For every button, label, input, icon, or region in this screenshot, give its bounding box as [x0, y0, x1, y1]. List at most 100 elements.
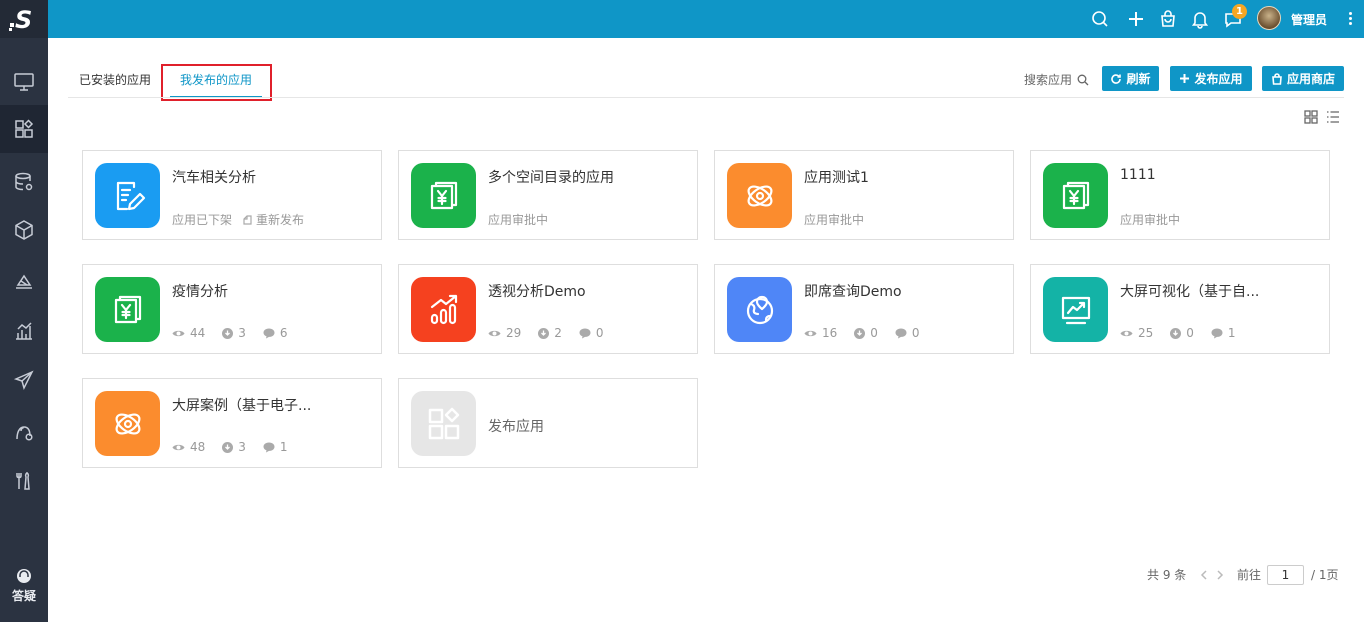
app-card[interactable]: 疫情分析 44 3 6 — [82, 264, 382, 354]
downloads-count: 3 — [238, 440, 246, 454]
app-title: 汽车相关分析 — [172, 170, 256, 186]
app-icon-box — [727, 163, 792, 228]
views-count: 16 — [822, 326, 838, 340]
sidebar-item-user-settings[interactable] — [0, 408, 48, 456]
help-button[interactable]: 答疑 — [0, 562, 48, 604]
avatar[interactable] — [1257, 6, 1281, 30]
app-status: 应用已下架 重新发布 — [172, 211, 304, 228]
app-title: 大屏案例（基于电子... — [172, 398, 312, 414]
downloads-count: 0 — [870, 326, 878, 340]
tab-installed-apps[interactable]: 已安装的应用 — [79, 71, 151, 88]
sidebar-item-statistics[interactable] — [0, 307, 48, 355]
sidebar-item-database[interactable] — [0, 158, 48, 206]
topbar-store[interactable] — [1158, 9, 1178, 29]
comment-icon — [1211, 328, 1223, 338]
help-label: 答疑 — [11, 589, 36, 603]
app-status-text: 应用审批中 — [1120, 213, 1181, 227]
download-icon — [854, 327, 866, 339]
topbar-add[interactable] — [1126, 9, 1146, 29]
pagination-total-pages: / 1页 — [1311, 568, 1339, 582]
comments-count: 0 — [911, 326, 920, 340]
prev-page-button[interactable] — [1199, 569, 1209, 580]
republish-link[interactable]: 重新发布 — [242, 211, 304, 228]
downloads-count: 3 — [238, 326, 246, 340]
eye-icon — [488, 330, 501, 336]
publish-app-button[interactable]: 发布应用 — [1170, 66, 1252, 91]
app-status-text: 应用审批中 — [488, 213, 549, 227]
message-badge: 1 — [1232, 4, 1247, 19]
downloads-stat: 2 — [538, 326, 562, 340]
views-stat: 44 — [172, 326, 205, 340]
app-card[interactable]: 汽车相关分析 应用已下架 重新发布 — [82, 150, 382, 240]
app-search[interactable]: 搜索应用 — [1024, 71, 1089, 88]
republish-icon — [243, 215, 252, 225]
comment-icon — [579, 328, 591, 338]
comments-stat: 0 — [579, 326, 604, 340]
sidebar-item-apps[interactable] — [0, 105, 48, 153]
app-status: 应用审批中 — [804, 211, 864, 228]
page-number-input[interactable]: 1 — [1267, 565, 1304, 585]
report-edit-icon — [116, 181, 145, 210]
app-title: 1111 — [1120, 167, 1156, 183]
tools-icon — [16, 472, 30, 490]
logo[interactable]: S — [0, 0, 48, 38]
app-icon-box — [411, 163, 476, 228]
views-stat: 25 — [1120, 326, 1153, 340]
sidebar-item-layers[interactable] — [0, 257, 48, 305]
app-card[interactable]: 大屏可视化（基于自... 25 0 1 — [1030, 264, 1330, 354]
app-status-text: 应用审批中 — [804, 213, 865, 227]
list-view-toggle[interactable] — [1326, 110, 1340, 124]
topbar-search[interactable] — [1090, 9, 1110, 29]
trend-board-icon — [1061, 296, 1090, 324]
app-icon-box — [411, 277, 476, 342]
app-stats: 48 3 1 — [172, 440, 305, 454]
next-page-button[interactable] — [1215, 569, 1225, 580]
app-title: 即席查询Demo — [804, 284, 902, 300]
more-menu-icon[interactable] — [1346, 10, 1354, 28]
app-status-text: 应用已下架 — [172, 213, 233, 227]
sidebar-item-cube[interactable] — [0, 206, 48, 254]
views-count: 25 — [1138, 326, 1154, 340]
search-icon — [1092, 11, 1108, 27]
apps-icon — [428, 407, 459, 439]
views-stat: 48 — [172, 440, 205, 454]
refresh-icon — [1111, 73, 1122, 84]
app-title: 应用测试1 — [804, 170, 869, 186]
add-app-icon-box — [411, 391, 476, 456]
orbit-icon — [747, 184, 772, 207]
grid-view-toggle[interactable] — [1304, 110, 1318, 124]
app-card[interactable]: 即席查询Demo 16 0 0 — [714, 264, 1014, 354]
sidebar-item-monitor[interactable] — [0, 58, 48, 106]
growth-chart-icon — [430, 294, 457, 324]
globe-pin-icon — [746, 295, 773, 324]
plus-icon — [1180, 74, 1190, 83]
app-card[interactable]: 透视分析Demo 29 2 0 — [398, 264, 698, 354]
svg-text:S: S — [15, 6, 32, 32]
tabs-divider — [68, 97, 1344, 98]
send-icon — [13, 370, 34, 391]
publish-app-label: 发布应用 — [1194, 72, 1243, 86]
sidebar-item-send[interactable] — [0, 356, 48, 404]
chevron-left-icon — [1200, 570, 1207, 580]
apps-icon — [15, 119, 34, 138]
app-store-button[interactable]: 应用商店 — [1262, 66, 1344, 91]
app-title: 多个空间目录的应用 — [488, 170, 614, 186]
sidebar-item-tools[interactable] — [0, 457, 48, 505]
app-title: 大屏可视化（基于自... — [1120, 284, 1260, 300]
app-card[interactable]: 1111 应用审批中 — [1030, 150, 1330, 240]
topbar-messages[interactable]: 1 — [1223, 4, 1247, 29]
publish-app-card[interactable]: 发布应用 — [398, 378, 698, 468]
bag-icon — [1161, 10, 1175, 27]
username[interactable]: 管理员 — [1291, 11, 1327, 28]
views-stat: 29 — [488, 326, 521, 340]
app-card[interactable]: 应用测试1 应用审批中 — [714, 150, 1014, 240]
pagination-total: 共 9 条 — [1147, 568, 1187, 582]
download-icon — [222, 327, 234, 339]
refresh-button[interactable]: 刷新 — [1102, 66, 1159, 91]
topbar-notifications[interactable] — [1190, 9, 1210, 29]
search-icon — [1077, 74, 1089, 85]
app-card[interactable]: 大屏案例（基于电子... 48 3 1 — [82, 378, 382, 468]
app-search-label: 搜索应用 — [1024, 73, 1073, 87]
yuan-document-icon — [1062, 181, 1089, 209]
app-card[interactable]: 多个空间目录的应用 应用审批中 — [398, 150, 698, 240]
